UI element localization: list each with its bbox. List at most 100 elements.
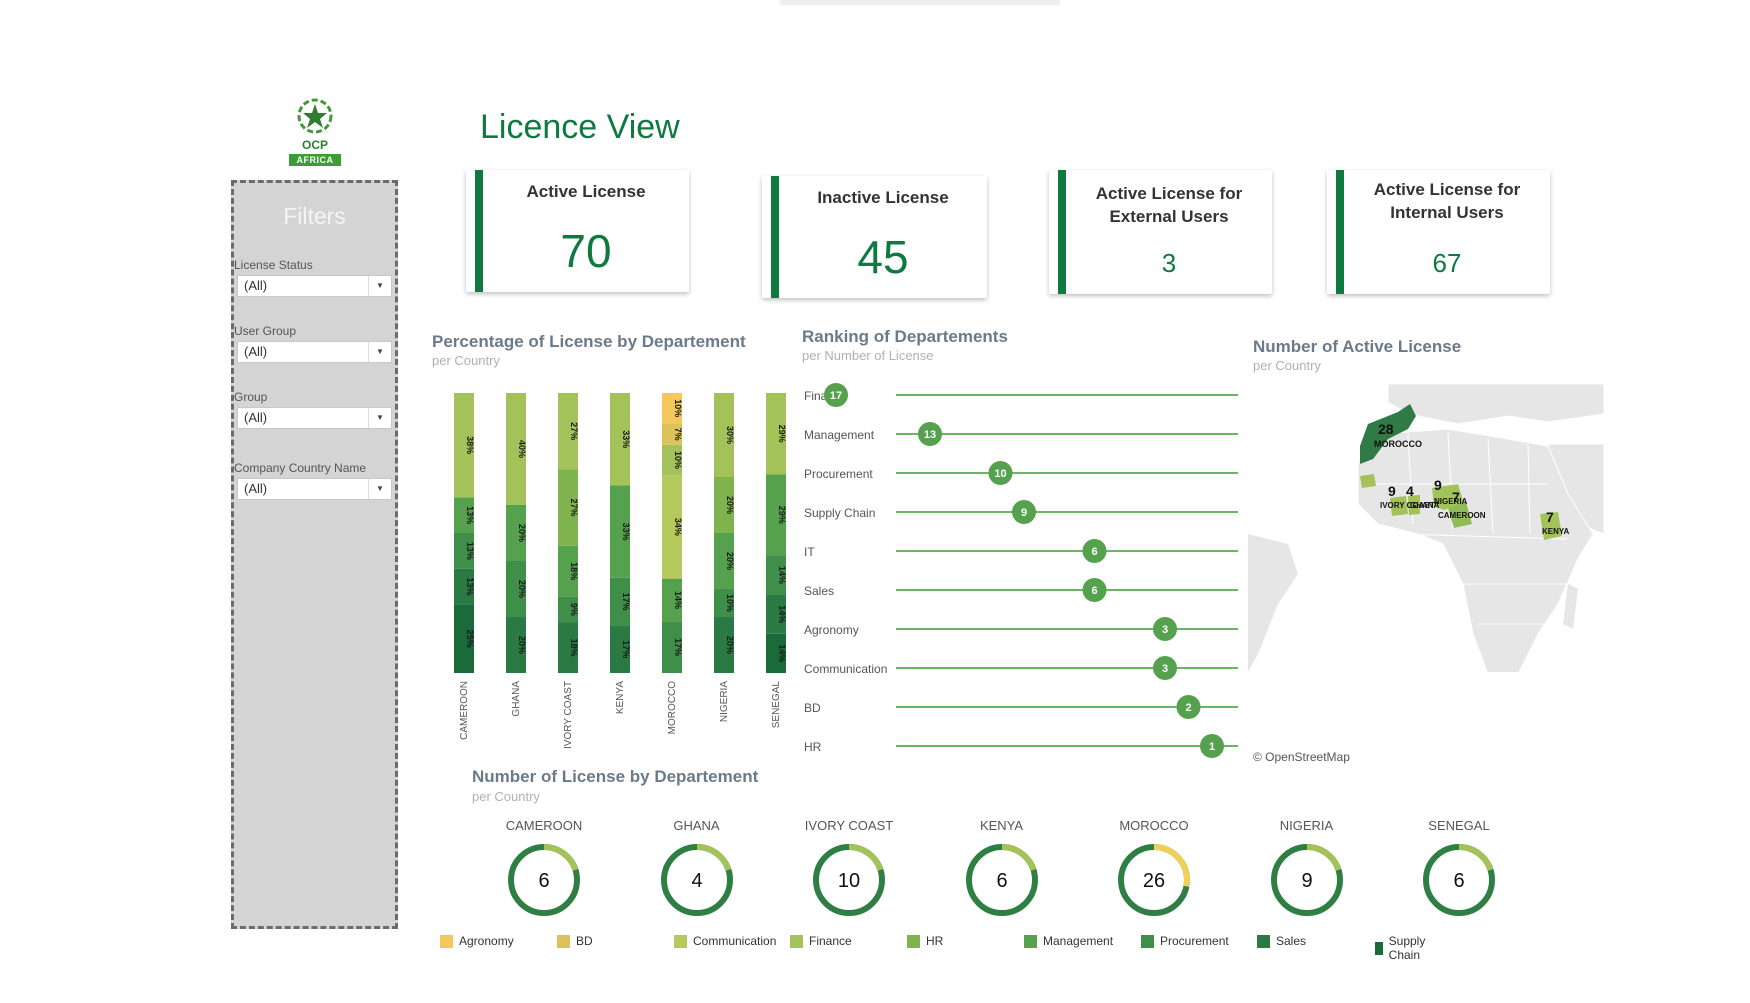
africa-map[interactable]: 28 MOROCCO 9 IVORY COAST 4 GHANA 9 NIGER… bbox=[1248, 384, 1604, 672]
kpi-card-active-license: Active License 70 bbox=[466, 170, 689, 292]
map-country-senegal bbox=[1360, 474, 1376, 488]
kpi-card-external-users: Active License for External Users 3 bbox=[1049, 170, 1272, 294]
map-label-morocco: MOROCCO bbox=[1374, 439, 1422, 449]
pct-bar-label: 29% bbox=[777, 425, 787, 443]
donut-value: 10 bbox=[838, 870, 860, 892]
donut-value: 6 bbox=[1453, 870, 1464, 892]
rank-category-label: Procurement bbox=[804, 467, 873, 481]
pct-bar-label: 27% bbox=[569, 422, 579, 440]
pct-category-label: SENEGAL bbox=[771, 681, 782, 729]
num-chart-title: Number of License by Departement bbox=[472, 767, 759, 786]
map-label-cameroon-value: 7 bbox=[1452, 489, 1460, 505]
pct-bar-label: 14% bbox=[673, 591, 683, 609]
filters-panel: Filters License Status (All) ▼ User Grou… bbox=[231, 180, 398, 929]
kpi-value: 3 bbox=[1161, 248, 1177, 278]
filter-license-status-select[interactable]: (All) ▼ bbox=[237, 275, 392, 297]
map-label-kenya-value: 7 bbox=[1546, 509, 1554, 525]
pct-bar-label: 10% bbox=[673, 399, 683, 417]
filter-user-group-select[interactable]: (All) ▼ bbox=[237, 341, 392, 363]
kpi-accent-bar bbox=[1058, 170, 1066, 294]
pct-category-label: NIGERIA bbox=[719, 681, 730, 722]
kpi-card-internal-users: Active License for Internal Users 67 bbox=[1327, 170, 1550, 294]
legend-label: Sales bbox=[1276, 934, 1307, 948]
pct-bar-label: 13% bbox=[465, 578, 475, 596]
legend-swatch bbox=[674, 934, 687, 948]
donut-country-label: SENEGAL bbox=[1428, 818, 1490, 833]
legend-item[interactable]: Agronomy bbox=[440, 934, 514, 948]
donut-chart[interactable]: 4 bbox=[657, 840, 737, 920]
legend-item[interactable]: Management bbox=[1024, 934, 1113, 948]
legend-item[interactable]: Communication bbox=[674, 934, 776, 948]
pct-bar-label: 10% bbox=[673, 451, 683, 469]
company-logo: OCP AFRICA bbox=[285, 96, 345, 168]
pct-category-label: GHANA bbox=[511, 681, 522, 717]
donut-chart[interactable]: 6 bbox=[504, 840, 584, 920]
pct-bar-label: 29% bbox=[777, 506, 787, 524]
top-toolbar-edge bbox=[780, 0, 1060, 3]
donut-country-label: GHANA bbox=[673, 818, 720, 833]
rank-value-label: 9 bbox=[1021, 507, 1027, 519]
chevron-down-icon[interactable]: ▼ bbox=[368, 479, 391, 499]
rank-category-label: Management bbox=[804, 428, 875, 442]
chevron-down-icon[interactable]: ▼ bbox=[368, 276, 391, 296]
pct-bar-label: 14% bbox=[777, 644, 787, 662]
pct-bar-label: 10% bbox=[725, 594, 735, 612]
legend-item[interactable]: Procurement bbox=[1141, 934, 1229, 948]
donut-chart[interactable]: 9 bbox=[1267, 840, 1347, 920]
chevron-down-icon[interactable]: ▼ bbox=[368, 342, 391, 362]
donut-value: 26 bbox=[1143, 870, 1165, 892]
legend-label: Management bbox=[1043, 934, 1114, 948]
pct-bar-label: 27% bbox=[569, 499, 579, 517]
donut-value: 4 bbox=[691, 870, 702, 892]
pct-category-label: MOROCCO bbox=[667, 681, 678, 735]
donut-chart[interactable]: 6 bbox=[1419, 840, 1499, 920]
logo-text: OCP bbox=[301, 138, 328, 152]
num-chart-subtitle: per Country bbox=[472, 789, 540, 804]
rank-category-label: Agronomy bbox=[804, 623, 859, 637]
kpi-value: 67 bbox=[1432, 248, 1462, 278]
pct-bar-label: 20% bbox=[517, 524, 527, 542]
pct-bar-label: 30% bbox=[725, 426, 735, 444]
pct-category-label: KENYA bbox=[615, 681, 626, 714]
kpi-value: 70 bbox=[560, 225, 612, 277]
pct-bar-label: 20% bbox=[517, 636, 527, 654]
kpi-label: Active License bbox=[526, 182, 646, 201]
legend-item[interactable]: BD bbox=[557, 934, 593, 948]
donut-chart[interactable]: 10 bbox=[809, 840, 889, 920]
pct-bar-label: 20% bbox=[725, 552, 735, 570]
legend-label: BD bbox=[576, 934, 593, 948]
filter-group-select[interactable]: (All) ▼ bbox=[237, 407, 392, 429]
legend-item[interactable]: HR bbox=[907, 934, 943, 948]
legend-label: Procurement bbox=[1160, 934, 1229, 948]
legend-item[interactable]: Finance bbox=[790, 934, 852, 948]
filter-company-country-select[interactable]: (All) ▼ bbox=[237, 478, 392, 500]
legend-item[interactable]: Supply Chain bbox=[1375, 934, 1431, 962]
map-label-ghana-value: 4 bbox=[1406, 483, 1414, 499]
donut-chart[interactable]: 6 bbox=[962, 840, 1042, 920]
pct-bar-label: 13% bbox=[465, 542, 475, 560]
pct-bar-label: 18% bbox=[569, 639, 579, 657]
kpi-accent-bar bbox=[771, 176, 779, 298]
rank-chart-subtitle: per Number of License bbox=[802, 348, 934, 363]
legend-swatch bbox=[1375, 941, 1383, 955]
filter-label-license-status: License Status bbox=[234, 258, 313, 272]
rank-value-label: 3 bbox=[1162, 663, 1168, 675]
donut-chart[interactable]: 26 bbox=[1114, 840, 1194, 920]
map-credit[interactable]: © OpenStreetMap bbox=[1253, 750, 1350, 764]
map-label-nigeria: NIGERIA bbox=[1434, 497, 1468, 506]
rank-category-label: Supply Chain bbox=[804, 506, 875, 520]
donut-country-label: NIGERIA bbox=[1279, 818, 1334, 833]
legend-swatch bbox=[440, 934, 453, 948]
legend-label: Agronomy bbox=[459, 934, 514, 948]
pct-bar-label: 33% bbox=[621, 523, 631, 541]
filters-title: Filters bbox=[283, 203, 346, 229]
legend-item[interactable]: Sales bbox=[1257, 934, 1306, 948]
pct-bar-label: 17% bbox=[621, 640, 631, 658]
pct-bar-label: 38% bbox=[465, 436, 475, 454]
rank-value-label: 10 bbox=[994, 468, 1006, 480]
pct-bar-label: 14% bbox=[777, 605, 787, 623]
donut-country-label: CAMEROON bbox=[505, 818, 583, 833]
chevron-down-icon[interactable]: ▼ bbox=[368, 408, 391, 428]
legend-label: HR bbox=[926, 934, 944, 948]
map-subtitle: per Country bbox=[1253, 358, 1321, 373]
